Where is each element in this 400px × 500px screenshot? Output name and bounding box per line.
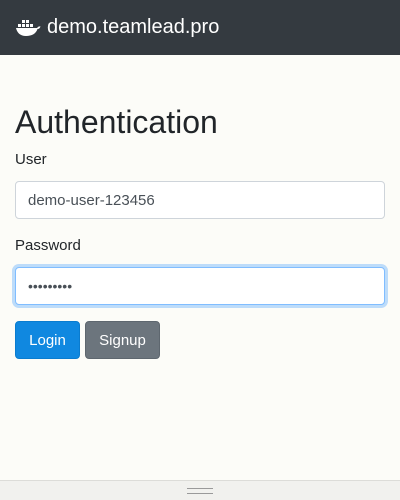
brand-text: demo.teamlead.pro (47, 16, 220, 38)
top-navbar: demo.teamlead.pro (0, 0, 400, 55)
brand-link[interactable]: demo.teamlead.pro (15, 16, 219, 39)
resize-handle[interactable] (0, 480, 400, 500)
docker-whale-icon (15, 18, 41, 38)
signup-button[interactable]: Signup (85, 321, 160, 359)
page-title: Authentication (15, 104, 218, 140)
user-label: User (15, 151, 47, 168)
auth-form: Authentication User Password Login Signu… (0, 55, 400, 370)
password-label: Password (15, 237, 81, 254)
grip-icon (187, 487, 213, 494)
user-input[interactable] (15, 181, 385, 219)
empty-page-area (0, 370, 400, 480)
password-input[interactable] (15, 267, 385, 305)
login-button[interactable]: Login (15, 321, 80, 359)
